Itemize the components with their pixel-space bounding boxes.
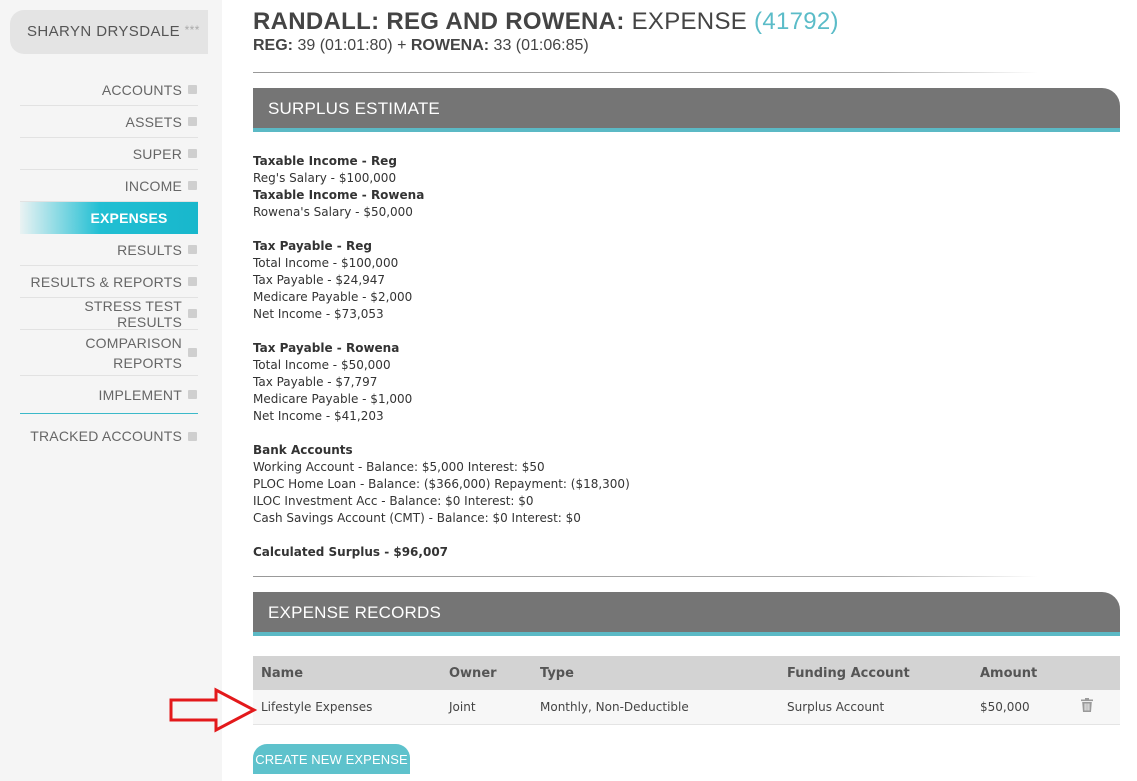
surplus-estimate-body: Taxable Income - Reg Reg's Salary - $100… [253, 153, 630, 561]
square-icon [188, 181, 197, 190]
sidebar-item-expenses[interactable]: EXPENSES [20, 202, 198, 234]
estimate-line: Medicare Payable - $2,000 [253, 290, 413, 304]
column-header-name[interactable]: Name [253, 656, 441, 690]
square-icon [188, 149, 197, 158]
estimate-line: Medicare Payable - $1,000 [253, 392, 413, 406]
sidebar-item-label: TRACKED ACCOUNTS [30, 428, 182, 444]
column-header-type[interactable]: Type [532, 656, 779, 690]
cell-type: Monthly, Non-Deductible [532, 690, 779, 725]
cell-amount: $50,000 [972, 690, 1073, 725]
client-rating-stars: *** [184, 23, 200, 37]
client-ages: REG: 39 (01:01:80) + ROWENA: 33 (01:06:8… [253, 37, 589, 55]
calculated-surplus: Calculated Surplus - $96,007 [253, 545, 449, 559]
sidebar-item-label: RESULTS & REPORTS [30, 273, 182, 290]
square-icon [188, 348, 197, 357]
sidebar-item-label: IMPLEMENT [98, 386, 182, 403]
sidebar-item-stress-test-results[interactable]: STRESS TEST RESULTS [20, 298, 198, 330]
sidebar-item-tracked-accounts[interactable]: TRACKED ACCOUNTS [20, 420, 198, 452]
cell-name[interactable]: Lifestyle Expenses [253, 690, 441, 725]
estimate-heading: Taxable Income - Reg [253, 154, 397, 168]
sidebar-item-results[interactable]: RESULTS [20, 234, 198, 266]
square-icon [188, 309, 197, 318]
reg-detail: 39 (01:01:80) + [297, 37, 407, 54]
estimate-line: Net Income - $73,053 [253, 307, 384, 321]
column-header-owner[interactable]: Owner [441, 656, 532, 690]
sidebar-item-label-line1: COMPARISON [85, 334, 182, 351]
sidebar-item-accounts[interactable]: ACCOUNTS [20, 74, 198, 106]
sidebar-item-label: EXPENSES [90, 210, 168, 226]
sidebar-item-super[interactable]: SUPER [20, 138, 198, 170]
expense-records-table: Name Owner Type Funding Account Amount L… [253, 656, 1120, 725]
estimate-line: Net Income - $41,203 [253, 409, 384, 423]
cell-owner: Joint [441, 690, 532, 725]
estimate-line: Cash Savings Account (CMT) - Balance: $0… [253, 511, 581, 525]
sidebar-item-label: INCOME [124, 177, 182, 194]
sidebar-item-label: RESULTS [117, 241, 182, 258]
sidebar-item-label: ACCOUNTS [101, 81, 182, 98]
create-new-expense-button[interactable]: CREATE NEW EXPENSE [253, 744, 410, 774]
sidebar: SHARYN DRYSDALE *** ACCOUNTS ASSETS SUPE… [0, 0, 222, 781]
estimate-line: Tax Payable - $7,797 [253, 375, 378, 389]
sidebar-item-label: SUPER [132, 145, 182, 162]
estimate-line: PLOC Home Loan - Balance: ($366,000) Rep… [253, 477, 630, 491]
reg-label: REG: [253, 37, 293, 54]
rowena-detail: 33 (01:06:85) [493, 37, 589, 54]
estimate-line: Tax Payable - $24,947 [253, 273, 386, 287]
square-icon [188, 117, 197, 126]
section-name: EXPENSE [631, 8, 748, 35]
column-header-funding-account[interactable]: Funding Account [779, 656, 972, 690]
sidebar-item-label: STRESS TEST RESULTS [84, 297, 182, 330]
sidebar-item-implement[interactable]: IMPLEMENT [20, 376, 198, 414]
table-row[interactable]: Lifestyle Expenses Joint Monthly, Non-De… [253, 690, 1120, 725]
sidebar-item-label: ASSETS [125, 113, 182, 130]
estimate-heading: Tax Payable - Rowena [253, 341, 400, 355]
divider [253, 576, 1038, 577]
client-name-box[interactable]: SHARYN DRYSDALE *** [10, 10, 208, 54]
estimate-heading: Bank Accounts [253, 443, 353, 457]
sidebar-item-label: COMPARISON REPORTS [85, 333, 182, 373]
estimate-line: Total Income - $50,000 [253, 358, 391, 372]
sidebar-item-income[interactable]: INCOME [20, 170, 198, 202]
page-title: RANDALL: REG AND ROWENA: EXPENSE (41792) [253, 8, 839, 36]
trash-icon[interactable] [1081, 698, 1093, 713]
sidebar-item-assets[interactable]: ASSETS [20, 106, 198, 138]
column-header-amount[interactable]: Amount [972, 656, 1073, 690]
square-icon [188, 85, 197, 94]
cell-actions [1073, 690, 1120, 725]
estimate-heading: Taxable Income - Rowena [253, 188, 425, 202]
estimate-heading: Tax Payable - Reg [253, 239, 372, 253]
sidebar-item-results-reports[interactable]: RESULTS & REPORTS [20, 266, 198, 298]
estimate-line: Reg's Salary - $100,000 [253, 171, 397, 185]
estimate-line: ILOC Investment Acc - Balance: $0 Intere… [253, 494, 534, 508]
sidebar-item-label-line2: REPORTS [113, 354, 182, 371]
client-names: RANDALL: REG AND ROWENA: [253, 8, 625, 35]
estimate-line: Total Income - $100,000 [253, 256, 399, 270]
rowena-label: ROWENA: [410, 37, 490, 54]
square-icon [188, 431, 197, 441]
surplus-estimate-header: SURPLUS ESTIMATE [253, 88, 1120, 132]
estimate-line: Rowena's Salary - $50,000 [253, 205, 413, 219]
sidebar-nav: ACCOUNTS ASSETS SUPER INCOME EXPENSES RE… [20, 74, 198, 452]
square-icon [188, 277, 197, 286]
client-number: (41792) [754, 8, 839, 35]
cell-funding-account: Surplus Account [779, 690, 972, 725]
sidebar-item-comparison-reports[interactable]: COMPARISON REPORTS [20, 330, 198, 376]
square-icon [188, 245, 197, 254]
divider [253, 72, 1038, 73]
estimate-line: Working Account - Balance: $5,000 Intere… [253, 460, 545, 474]
client-name: SHARYN DRYSDALE [27, 23, 180, 40]
expense-records-header: EXPENSE RECORDS [253, 592, 1120, 636]
column-header-actions [1073, 656, 1120, 690]
table-header-row: Name Owner Type Funding Account Amount [253, 656, 1120, 690]
red-arrow-icon [169, 687, 258, 733]
square-icon [188, 390, 197, 399]
